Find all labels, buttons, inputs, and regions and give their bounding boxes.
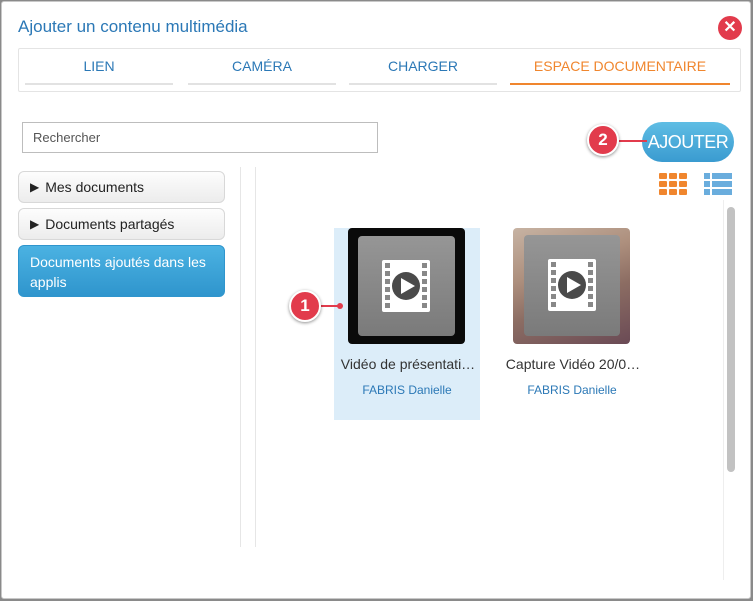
sidebar-item-mes-documents[interactable]: ▶ Mes documents [18, 171, 225, 203]
list-view-icon[interactable] [704, 173, 732, 197]
video-file-icon [382, 260, 430, 312]
callout-2-badge: 2 [587, 124, 619, 156]
sidebar: ▶ Mes documents ▶ Documents partagés Doc… [18, 167, 256, 547]
tab-camera[interactable]: CAMÉRA [188, 49, 336, 85]
document-title: Capture Vidéo 20/0… [505, 356, 641, 372]
search-input[interactable] [22, 122, 378, 153]
grid-view-icon[interactable] [659, 173, 687, 197]
document-card-video-presentation[interactable]: Vidéo de présentati… FABRIS Danielle [334, 228, 480, 420]
document-thumbnail [348, 228, 465, 344]
tab-espace-documentaire[interactable]: ESPACE DOCUMENTAIRE [510, 49, 730, 85]
callout-1-dot [337, 303, 343, 309]
dialog-title: Ajouter un contenu multimédia [18, 17, 248, 36]
tab-lien[interactable]: LIEN [25, 49, 173, 85]
document-thumbnail [513, 228, 630, 344]
content-scroll-track [723, 200, 724, 580]
sidebar-scrollbar[interactable] [240, 167, 256, 547]
document-author: FABRIS Danielle [527, 383, 617, 397]
callout-1-badge: 1 [289, 290, 321, 322]
document-title: Vidéo de présentati… [340, 356, 476, 372]
add-button[interactable]: AJOUTER [642, 122, 734, 162]
expand-arrow-icon: ▶ [30, 180, 40, 194]
content-scrollbar[interactable] [727, 207, 735, 472]
document-card-capture-video[interactable]: Capture Vidéo 20/0… FABRIS Danielle [499, 228, 645, 420]
video-file-icon [548, 259, 596, 311]
sidebar-item-documents-applis[interactable]: Documents ajoutés dans les applis [18, 245, 225, 297]
sidebar-item-documents-partages[interactable]: ▶ Documents partagés [18, 208, 225, 240]
expand-arrow-icon: ▶ [30, 217, 40, 231]
tab-charger[interactable]: CHARGER [349, 49, 497, 85]
sidebar-item-label: Documents partagés [45, 216, 175, 232]
callout-2-line [619, 140, 647, 142]
close-icon[interactable]: ✕ [718, 16, 742, 40]
tab-bar: LIEN CAMÉRA CHARGER ESPACE DOCUMENTAIRE [18, 48, 741, 92]
sidebar-item-label: Documents ajoutés dans les applis [30, 254, 206, 290]
document-author: FABRIS Danielle [362, 383, 452, 397]
media-dialog: Ajouter un contenu multimédia ✕ LIEN CAM… [1, 1, 751, 599]
sidebar-item-label: Mes documents [45, 179, 145, 195]
